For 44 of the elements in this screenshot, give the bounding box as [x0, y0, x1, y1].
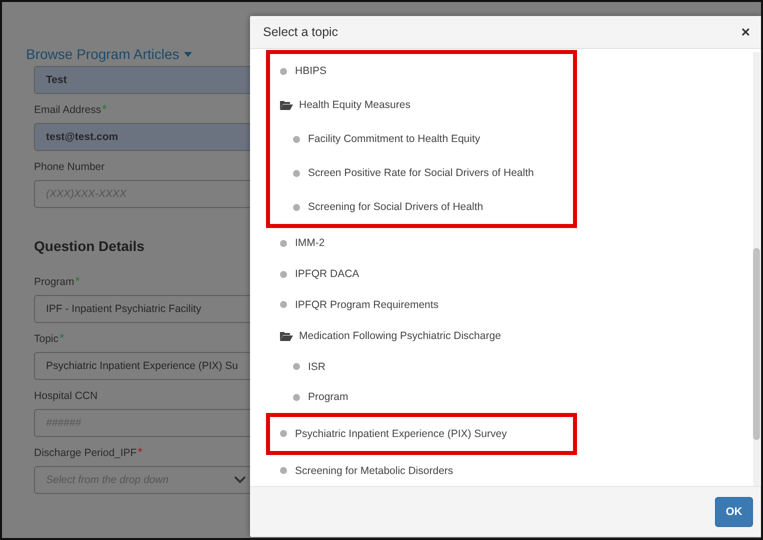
topic-item[interactable]: IPFQR DACA [280, 258, 360, 290]
bullet-icon [280, 240, 287, 247]
field-label: Program [34, 276, 74, 288]
close-button[interactable]: × [739, 24, 752, 40]
scrollbar[interactable] [753, 52, 760, 486]
topic-item[interactable]: ISR [280, 351, 326, 382]
folder-item[interactable]: Medication Following Psychiatric Discharge [280, 320, 501, 352]
field-label: Discharge Period_IPF [34, 447, 137, 459]
ok-button[interactable]: OK [715, 497, 753, 527]
required-mark: * [60, 333, 64, 343]
topic-item[interactable]: Screening for Social Drivers of Health [280, 190, 573, 224]
bullet-icon [280, 430, 287, 438]
bullet-icon [280, 270, 287, 278]
bullet-icon [293, 363, 300, 370]
topic-item[interactable]: HBIPS [280, 54, 573, 88]
field-label: Hospital CCN [34, 390, 98, 402]
folder-item[interactable]: Health Equity Measures [280, 88, 573, 122]
topic-item[interactable]: Screen Positive Rate for Social Drivers of Health [280, 156, 573, 190]
required-mark: * [102, 104, 107, 114]
field-label: Email Address [34, 104, 102, 116]
field-label: Phone Number [34, 161, 105, 173]
topic-item[interactable]: Facility Commitment to Health Equity [280, 122, 573, 156]
topic-item[interactable]: IMM-2 [280, 228, 325, 259]
bullet-icon [280, 467, 287, 474]
dialog-title: Select a topic [263, 25, 338, 39]
bullet-icon [280, 68, 287, 74]
bullet-icon [293, 394, 300, 401]
field-label: Topic [34, 333, 59, 345]
required-mark: * [138, 447, 142, 457]
bullet-icon [280, 301, 287, 308]
input-field[interactable]: IPF - Inpatient Psychiatric Facility [34, 295, 250, 323]
bullet-icon [293, 136, 300, 142]
required-mark: * [75, 276, 80, 286]
bullet-icon [293, 204, 300, 210]
chevron-down-icon [234, 476, 246, 484]
topic-item[interactable]: Screening for Metabolic Disorders [280, 455, 454, 486]
topic-item[interactable]: Psychiatric Inpatient Experience (PIX) Survey [280, 416, 573, 451]
bullet-icon [293, 170, 300, 176]
caret-icon [184, 52, 192, 56]
input-field[interactable]: Psychiatric Inpatient Experience (PIX) Su [34, 352, 250, 380]
scroll-thumb[interactable] [753, 248, 760, 440]
topic-item[interactable]: IPFQR Program Requirements [280, 290, 439, 320]
section-heading: Question Details [34, 238, 146, 254]
topic-item[interactable]: Program [280, 382, 348, 413]
